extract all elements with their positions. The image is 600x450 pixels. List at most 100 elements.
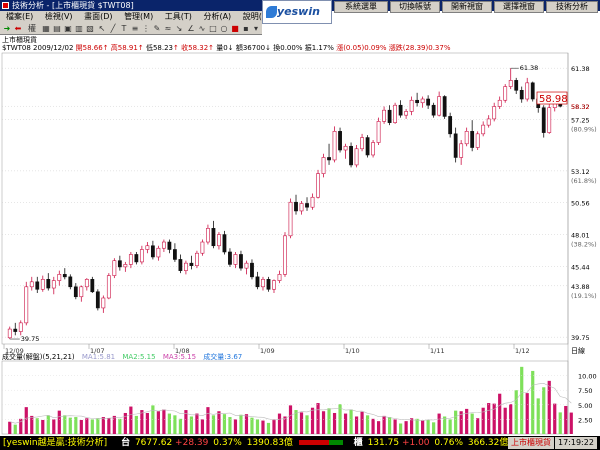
volume-bar [476,418,480,434]
volume-bar [305,415,309,434]
status-bar: [yeswin越是贏:技術分析] 台 7677.62 +28.39 0.37% … [0,436,600,450]
volume-bar [85,418,89,434]
candle-body [376,121,381,143]
zoom-icon[interactable]: 權 [25,24,39,33]
volume-bar [410,418,414,434]
candle-body [150,245,155,258]
candle-body [123,264,128,268]
document-icon[interactable]: ▤ [52,24,62,33]
new-window-button[interactable]: 開新視窗 [442,1,492,13]
menu-tools[interactable]: 工具(T) [165,12,192,21]
high-label: 61.38 [520,64,539,72]
volume-bar [173,415,177,434]
price-tick-label: 50.56 [571,200,590,208]
price-tick-label: (61.8%) [571,177,597,185]
volume-current: 成交量:3.67 [203,353,243,361]
menu-bar: 檔案(E) 檢視(V) 畫面(D) 管理(M) 工具(T) 分析(A) 說明(H… [0,11,262,23]
rect-tool-icon[interactable]: □ [208,24,218,33]
system-menu-button[interactable]: 系統選單 [334,1,388,13]
volume-bar [354,416,359,434]
candle-body [29,281,34,288]
candle-body [288,201,293,237]
candle-body [327,157,331,161]
volume-bar [222,414,227,434]
ellipse-tool-icon[interactable]: ○ [219,24,229,33]
candle-body [525,82,530,100]
candle-body [294,201,298,212]
volume-bar [569,412,573,434]
price-tick-label: (38.2%) [571,240,597,248]
volume-bar [343,413,348,434]
volume-bar [129,406,133,434]
forward-icon[interactable]: ➜ [2,24,12,33]
price-tick-label: 48.01 [571,231,590,239]
volume-bar [503,407,507,434]
parallel-tool-icon[interactable]: ≡ [130,24,140,33]
volume-tick-label: 5.00 [578,402,592,410]
volume-bar [239,414,243,434]
taiex-change: +28.39 [175,438,209,448]
candle-body [404,111,409,116]
candle-body [316,173,320,198]
candle-body [139,249,144,263]
candle-body [200,241,205,254]
yeswin-logo: yeswin [262,0,332,24]
color-icon[interactable]: ■ [230,24,240,33]
volume-bar [96,418,100,434]
volume-bar [250,417,254,434]
volume-bar [509,404,513,434]
back-icon[interactable]: ⬅ [13,24,23,33]
candle-body [178,259,183,271]
save-icon[interactable]: ▪ [241,24,251,33]
grid-icon[interactable]: ▦ [41,24,51,33]
volume-bar [134,415,138,434]
menu-manage[interactable]: 管理(M) [124,12,153,21]
calendar-icon[interactable]: ▣ [63,24,73,33]
candle-body [35,281,40,290]
price-tick-label: 43.88 [571,283,590,291]
menu-file[interactable]: 檔案(E) [6,12,33,21]
volume-bar [228,417,232,434]
wave-tool-icon[interactable]: ∿ [197,24,207,33]
candle-body [266,279,271,290]
taiex-bar [298,440,343,445]
line-tool-icon[interactable]: ╱ [108,24,118,33]
low-label: 39.75 [21,335,40,343]
volume-bar [189,416,194,434]
volume-bar [79,419,83,434]
volume-bar [376,421,381,434]
curve-icon[interactable]: ≈ [163,24,173,33]
print-icon[interactable]: ▥ [74,24,84,33]
last-price-label: 58.98 [539,94,568,105]
candle-body [299,203,304,212]
volume-bar [41,419,45,434]
volume-bar [24,407,28,434]
columns-icon[interactable]: ▧ [85,24,95,33]
candle-body [95,291,100,309]
cursor-icon[interactable]: ↖ [97,24,107,33]
stocks-button[interactable]: 上市櫃現貨 [508,437,554,449]
switch-account-button[interactable]: 切換帳號 [390,1,440,13]
menu-view[interactable]: 檢視(V) [45,12,73,21]
candle-body [508,80,513,87]
pen-icon[interactable]: ✎ [152,24,162,33]
technical-analysis-button[interactable]: 技術分析 [546,1,598,13]
select-window-button[interactable]: 選擇視窗 [494,1,544,13]
angle-tool-icon[interactable]: ∠ [186,24,196,33]
volume-bar [327,408,331,434]
candle-body [398,104,403,116]
price-volume-chart[interactable]: 61.38 58.32 57.25(80.9%) 53.12(61.8%) 50.56 4… [0,44,600,436]
menu-screen[interactable]: 畫面(D) [84,12,112,21]
dropdown-icon[interactable]: ▾ [251,24,261,33]
arrow-tool-icon[interactable]: ↘ [174,24,184,33]
candle-body [195,252,199,266]
menu-help[interactable]: 說明(H) [243,12,262,21]
candle-body [497,99,502,107]
candle-body [277,274,282,281]
fib-tool-icon[interactable]: ⋮ [141,24,151,33]
menu-analysis[interactable]: 分析(A) [203,12,231,21]
candle-body [448,116,453,135]
price-panel [1,52,569,345]
volume-bar [244,414,249,434]
text-tool-icon[interactable]: T [119,24,129,33]
